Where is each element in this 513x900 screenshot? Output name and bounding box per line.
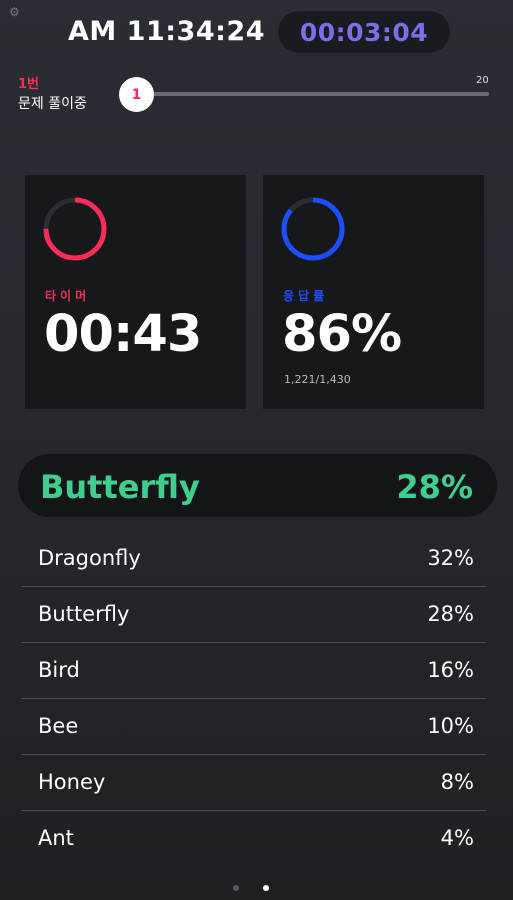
- list-item: Bee 10%: [21, 699, 486, 755]
- list-item: Ant 4%: [21, 811, 486, 866]
- elapsed-time-text: 00:03:04: [299, 17, 429, 47]
- answer-percent: 10%: [427, 714, 474, 738]
- answer-label: Bird: [38, 658, 80, 682]
- timer-ring-icon: [43, 197, 107, 261]
- answer-percent: 4%: [440, 826, 474, 850]
- response-count: 1,221/1,430: [284, 373, 351, 386]
- response-rate-ring-icon: [281, 197, 345, 261]
- answer-label: Butterfly: [38, 602, 130, 626]
- question-current-number: 1: [131, 86, 142, 103]
- answer-percent: 8%: [440, 770, 474, 794]
- list-item: Dragonfly 32%: [21, 531, 486, 587]
- page-dot-active[interactable]: [263, 885, 269, 891]
- top-answer-name: Butterfly: [40, 468, 200, 506]
- settings-gear-icon[interactable]: ⚙: [9, 6, 21, 18]
- answer-percent: 16%: [427, 658, 474, 682]
- question-max-number: 20: [476, 75, 489, 86]
- answer-percent: 28%: [427, 602, 474, 626]
- list-item: Bird 16%: [21, 643, 486, 699]
- question-number: 1번: [18, 77, 40, 92]
- answer-label: Dragonfly: [38, 546, 141, 570]
- response-rate-card: 응답률 86% 1,221/1,430: [263, 175, 484, 409]
- elapsed-time-pill: 00:03:04: [278, 11, 450, 53]
- question-status: 문제 풀이중: [18, 96, 87, 112]
- response-rate-value: 86%: [282, 305, 402, 364]
- top-answer-banner: Butterfly 28%: [18, 454, 497, 517]
- timer-value: 00:43: [44, 305, 202, 364]
- answer-label: Honey: [38, 770, 106, 794]
- question-progress-track[interactable]: [137, 92, 489, 96]
- top-answer-percent: 28%: [396, 468, 473, 506]
- timer-card: 타이머 00:43: [25, 175, 246, 409]
- list-item: Butterfly 28%: [21, 587, 486, 643]
- answer-label: Ant: [38, 826, 74, 850]
- page-dot[interactable]: [233, 885, 239, 891]
- list-item: Honey 8%: [21, 755, 486, 811]
- answer-percent: 32%: [427, 546, 474, 570]
- question-progress-knob[interactable]: 1: [119, 77, 154, 112]
- response-rate-label: 응답률: [283, 289, 329, 303]
- current-time: AM 11:34:24: [68, 16, 265, 47]
- page-indicator: [233, 885, 269, 891]
- answer-list: Dragonfly 32% Butterfly 28% Bird 16% Bee…: [21, 531, 486, 866]
- answer-label: Bee: [38, 714, 79, 738]
- timer-label: 타이머: [45, 289, 91, 303]
